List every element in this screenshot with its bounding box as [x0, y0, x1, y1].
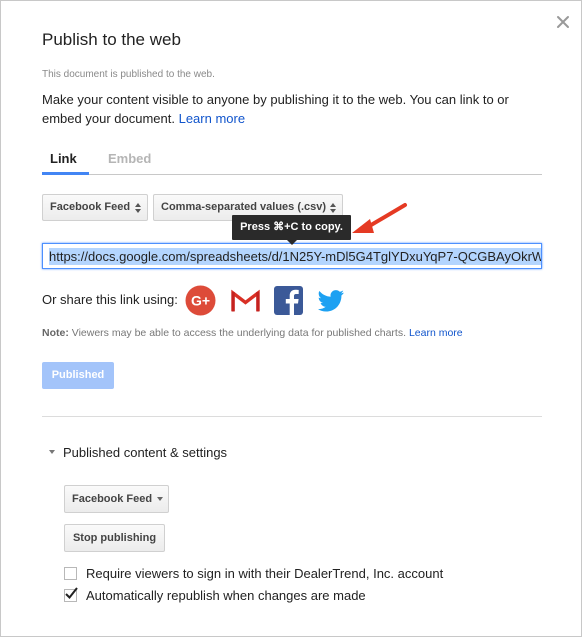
published-sheet-dropdown[interactable]: Facebook Feed [64, 485, 169, 513]
select-arrows-icon [135, 203, 141, 213]
note-text: Note: Viewers may be able to access the … [42, 327, 463, 339]
description-text: Make your content visible to anyone by p… [42, 92, 509, 126]
publish-url-field[interactable]: https://docs.google.com/spreadsheets/d/1… [42, 243, 542, 269]
facebook-icon[interactable] [273, 285, 304, 316]
format-select-value: Comma-separated values (.csv) [161, 201, 327, 213]
gmail-icon[interactable] [230, 285, 261, 316]
annotation-arrow-icon [352, 203, 407, 233]
tab-embed[interactable]: Embed [108, 151, 151, 166]
note-learn-more-link[interactable]: Learn more [409, 327, 463, 339]
select-arrows-icon [330, 203, 336, 213]
dialog-description: Make your content visible to anyone by p… [42, 90, 542, 128]
require-sign-in-checkbox[interactable] [64, 567, 77, 580]
learn-more-link[interactable]: Learn more [179, 111, 245, 126]
chevron-down-icon [157, 497, 163, 501]
tab-divider [42, 174, 542, 175]
collapse-triangle-icon[interactable] [49, 450, 55, 454]
checkmark-icon [65, 587, 78, 600]
sheet-select[interactable]: Facebook Feed [42, 194, 148, 221]
dialog-title: Publish to the web [42, 30, 181, 49]
google-plus-icon[interactable]: G+ [185, 285, 216, 316]
auto-republish-checkbox[interactable] [64, 587, 78, 602]
require-sign-in-label: Require viewers to sign in with their De… [86, 566, 444, 581]
note-prefix: Note: [42, 327, 69, 339]
tab-link[interactable]: Link [50, 151, 77, 166]
copy-tooltip: Press ⌘+C to copy. [232, 215, 351, 245]
published-settings-toggle[interactable]: Published content & settings [63, 445, 227, 460]
publish-status: This document is published to the web. [42, 69, 215, 80]
svg-text:G+: G+ [191, 293, 210, 309]
section-divider [42, 416, 542, 417]
active-tab-indicator [42, 172, 89, 175]
sheet-select-value: Facebook Feed [50, 201, 131, 213]
published-sheet-value: Facebook Feed [72, 493, 153, 505]
twitter-icon[interactable] [315, 285, 346, 316]
note-body: Viewers may be able to access the underl… [71, 327, 407, 339]
published-button: Published [42, 362, 114, 389]
publish-url-text: https://docs.google.com/spreadsheets/d/1… [49, 248, 541, 265]
share-label: Or share this link using: [42, 292, 178, 307]
auto-republish-label: Automatically republish when changes are… [86, 588, 366, 603]
close-icon[interactable] [554, 13, 572, 31]
stop-publishing-button[interactable]: Stop publishing [64, 524, 165, 552]
